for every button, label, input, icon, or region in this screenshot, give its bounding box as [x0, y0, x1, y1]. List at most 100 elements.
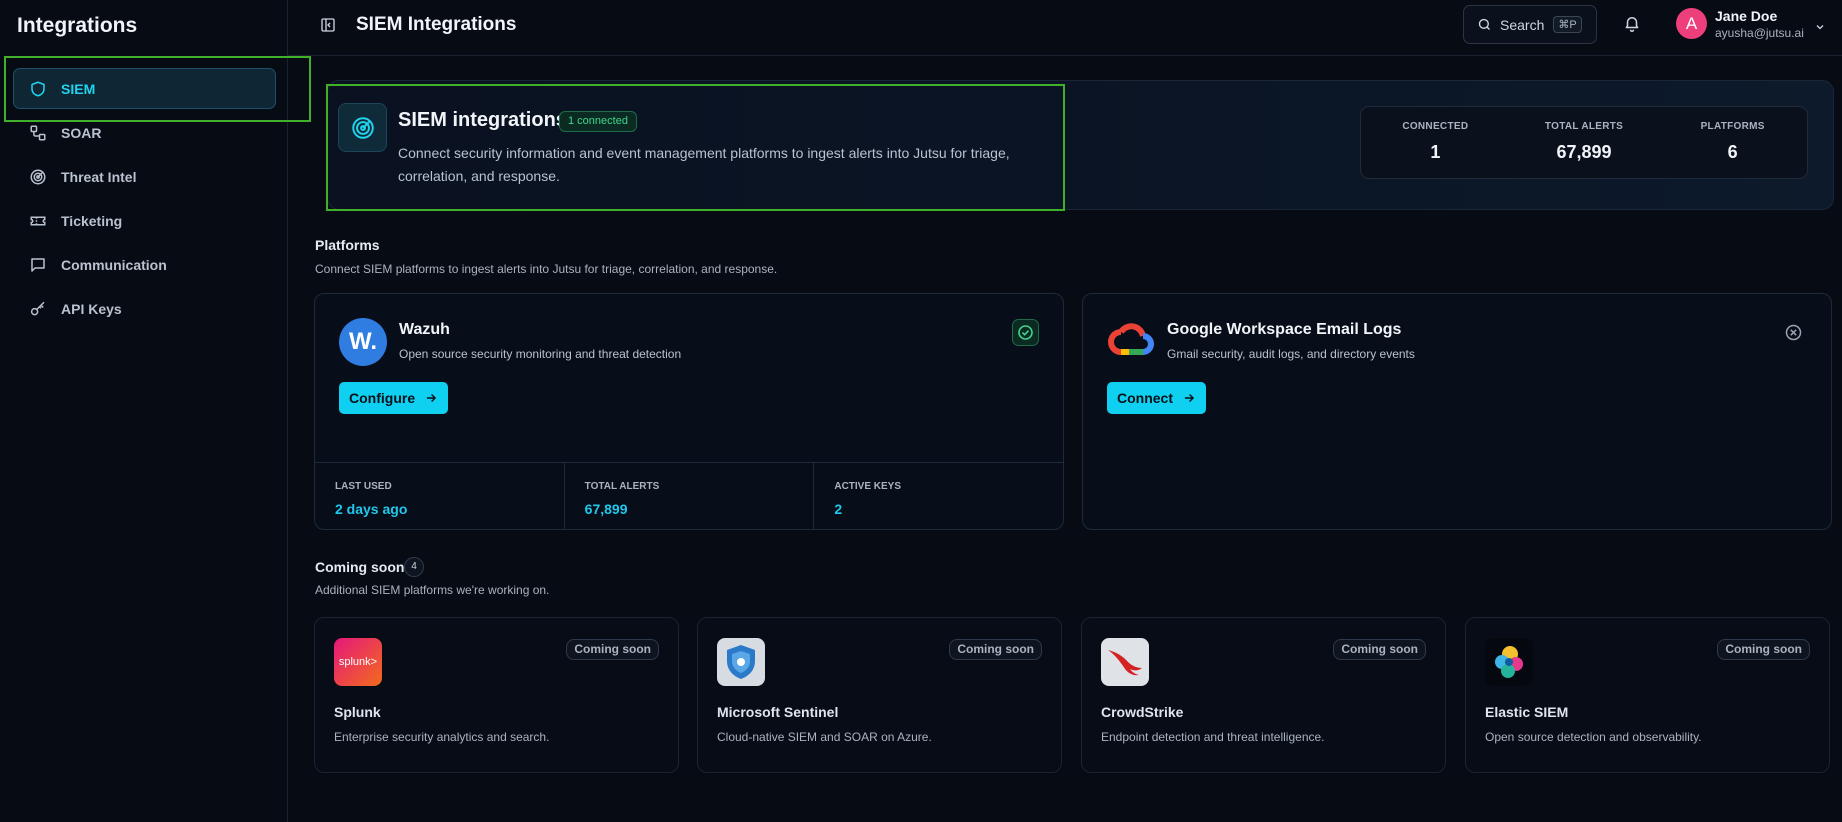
hero-title: SIEM integrations: [398, 109, 567, 131]
close-circle-icon: [1780, 319, 1807, 346]
stats-panel: CONNECTED 1 TOTAL ALERTS 67,899 PLATFORM…: [1360, 106, 1808, 179]
sidebar-item-threat-intel[interactable]: Threat Intel: [13, 156, 276, 197]
card-footer: LAST USED 2 days ago TOTAL ALERTS 67,899…: [315, 462, 1063, 529]
microsoft-sentinel-logo: [717, 638, 765, 686]
coming-soon-card-splunk: splunk> Coming soon Splunk Enterprise se…: [314, 617, 679, 773]
stat-total-alerts: TOTAL ALERTS 67,899: [1510, 107, 1659, 178]
card-description: Endpoint detection and threat intelligen…: [1101, 730, 1325, 744]
search-icon: [1477, 17, 1492, 32]
stat-value: 6: [1727, 142, 1738, 162]
sidebar-item-label: Threat Intel: [61, 168, 137, 185]
footer-last-used: LAST USED 2 days ago: [315, 463, 565, 529]
sidebar-nav: SIEM SOAR Threat Intel Ticketing Communi…: [13, 68, 276, 332]
page-title: SIEM Integrations: [356, 14, 517, 35]
search-button[interactable]: Search ⌘P: [1463, 5, 1597, 44]
stat-value: 1: [1430, 142, 1441, 162]
elastic-logo: [1485, 638, 1533, 686]
card-description: Cloud-native SIEM and SOAR on Azure.: [717, 730, 932, 744]
sidebar-item-communication[interactable]: Communication: [13, 244, 276, 285]
card-description: Enterprise security analytics and search…: [334, 730, 550, 744]
sidebar-collapse-icon[interactable]: [320, 17, 336, 33]
card-name: Google Workspace Email Logs: [1167, 321, 1402, 338]
sidebar-item-label: SOAR: [61, 124, 102, 141]
chevron-down-icon[interactable]: [1814, 20, 1826, 32]
card-description: Gmail security, audit logs, and director…: [1167, 347, 1415, 361]
stat-label: CONNECTED: [1402, 121, 1469, 132]
arrow-right-icon: [1184, 393, 1195, 403]
check-circle-icon: [1012, 319, 1039, 346]
footer-label: TOTAL ALERTS: [584, 481, 660, 492]
user-name: Jane Doe: [1715, 8, 1778, 24]
coming-soon-badge: Coming soon: [1717, 639, 1810, 660]
sidebar-item-label: SIEM: [61, 80, 96, 97]
configure-button[interactable]: Configure: [339, 382, 449, 414]
coming-soon-title: Coming soon: [315, 559, 405, 575]
sidebar-item-api-keys[interactable]: API Keys: [13, 288, 276, 329]
card-name: Microsoft Sentinel: [717, 704, 839, 720]
splunk-logo: splunk>: [334, 638, 382, 686]
wazuh-logo: W.: [339, 318, 387, 366]
platform-card-google-workspace: Google Workspace Email Logs Gmail securi…: [1082, 293, 1832, 530]
connect-button-label: Connect: [1117, 390, 1173, 406]
chat-icon: [27, 254, 49, 276]
card-name: Wazuh: [399, 321, 450, 338]
topbar: SIEM Integrations Search ⌘P A Jane Doe a…: [288, 0, 1842, 56]
stat-connected: CONNECTED 1: [1361, 107, 1510, 178]
splunk-logo-text: splunk>: [338, 656, 378, 668]
card-name: Splunk: [334, 704, 381, 720]
sidebar-item-soar[interactable]: SOAR: [13, 112, 276, 153]
coming-soon-description: Additional SIEM platforms we're working …: [315, 583, 550, 597]
crowdstrike-logo: [1101, 638, 1149, 686]
card-name: CrowdStrike: [1101, 704, 1184, 720]
coming-soon-count: 4: [404, 557, 424, 577]
google-cloud-logo: [1107, 318, 1155, 366]
workflow-icon: [27, 122, 49, 144]
platform-card-wazuh: W. Wazuh Open source security monitoring…: [314, 293, 1064, 530]
coming-soon-card-crowdstrike: Coming soon CrowdStrike Endpoint detecti…: [1081, 617, 1446, 773]
sidebar: Integrations SIEM SOAR Threat Intel Tick…: [0, 0, 288, 822]
footer-value: 2: [834, 501, 843, 517]
footer-label: ACTIVE KEYS: [834, 481, 902, 492]
connect-button[interactable]: Connect: [1107, 382, 1206, 414]
arrow-right-icon: [427, 393, 437, 403]
footer-label: LAST USED: [335, 481, 392, 492]
coming-soon-badge: Coming soon: [949, 639, 1042, 660]
footer-value: 2 days ago: [335, 501, 408, 517]
sidebar-item-label: Communication: [61, 256, 167, 273]
stat-value: 67,899: [1556, 142, 1612, 162]
coming-soon-badge: Coming soon: [1333, 639, 1426, 660]
search-shortcut: ⌘P: [1553, 16, 1582, 33]
coming-soon-badge: Coming soon: [566, 639, 659, 660]
card-name: Elastic SIEM: [1485, 704, 1569, 720]
card-description: Open source detection and observability.: [1485, 730, 1702, 744]
user-email: ayusha@jutsu.ai: [1715, 26, 1804, 40]
shield-icon: [27, 78, 49, 100]
ticket-icon: [27, 210, 49, 232]
footer-active-keys: ACTIVE KEYS 2: [814, 463, 1063, 529]
avatar[interactable]: A: [1676, 8, 1707, 39]
radar-icon: [338, 103, 387, 152]
connected-badge: 1 connected: [559, 111, 637, 132]
search-label: Search: [1500, 16, 1545, 33]
platforms-description: Connect SIEM platforms to ingest alerts …: [315, 262, 778, 276]
sidebar-item-siem[interactable]: SIEM: [13, 68, 276, 109]
platforms-title: Platforms: [315, 237, 380, 253]
footer-value: 67,899: [584, 501, 628, 517]
key-icon: [27, 298, 49, 320]
bell-icon[interactable]: [1623, 14, 1641, 32]
radar-icon: [27, 166, 49, 188]
sidebar-item-label: API Keys: [61, 300, 122, 317]
stat-label: PLATFORMS: [1700, 121, 1765, 132]
footer-total-alerts: TOTAL ALERTS 67,899: [565, 463, 815, 529]
stat-platforms: PLATFORMS 6: [1658, 107, 1807, 178]
hero-description: Connect security information and event m…: [398, 145, 1010, 184]
hero-panel: SIEM integrations 1 connected Connect se…: [327, 80, 1834, 210]
card-description: Open source security monitoring and thre…: [399, 347, 682, 361]
coming-soon-card-elastic-siem: Coming soon Elastic SIEM Open source det…: [1465, 617, 1830, 773]
coming-soon-card-microsoft-sentinel: Coming soon Microsoft Sentinel Cloud-nat…: [697, 617, 1062, 773]
configure-button-label: Configure: [349, 390, 416, 406]
sidebar-item-ticketing[interactable]: Ticketing: [13, 200, 276, 241]
wazuh-logo-text: W.: [349, 328, 377, 355]
sidebar-title: Integrations: [17, 14, 138, 37]
stat-label: TOTAL ALERTS: [1544, 121, 1624, 132]
